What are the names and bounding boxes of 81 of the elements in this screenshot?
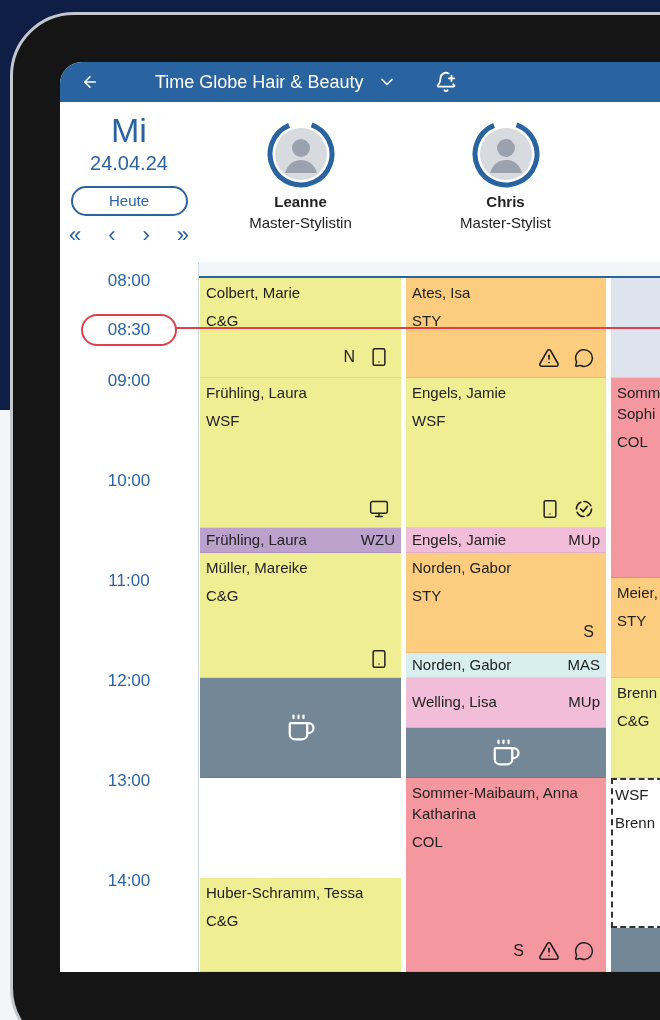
service-code: STY: [412, 586, 443, 606]
time-label: 12:00: [107, 671, 151, 692]
status-letter: S: [583, 622, 594, 642]
today-button[interactable]: Heute: [70, 186, 188, 216]
date-nav-button[interactable]: «: [69, 222, 82, 248]
appointment-card[interactable]: Sommer-Maibaum, Anna Katharina COL S: [406, 778, 606, 972]
phone-icon: [369, 649, 389, 669]
time-label: 14:00: [107, 871, 151, 892]
service-code: MUp: [568, 529, 600, 550]
weekday-label: Mi: [111, 110, 147, 150]
client-name: Frühling, Laura: [206, 529, 307, 550]
time-label: 13:00: [107, 771, 151, 792]
service-code: MAS: [567, 654, 600, 675]
service-code: C&G: [617, 711, 651, 731]
phone-icon: [540, 499, 560, 519]
appointment-card[interactable]: Frühling, Laura WSF: [200, 378, 401, 528]
client-name: Colbert, Marie: [206, 283, 302, 303]
appointment-card[interactable]: Norden, Gabor STY S: [406, 553, 606, 653]
service-code: COL: [617, 432, 649, 452]
service-code: STY: [617, 611, 648, 631]
service-code: COL: [412, 832, 444, 852]
staff-role: Master-Stylistin: [249, 213, 352, 233]
time-label: 11:00: [108, 571, 150, 592]
appointment-card[interactable]: Brenn C&G: [611, 678, 660, 778]
staff-name: Chris: [486, 192, 525, 212]
client-name: Sommer-Maibaum, Anna Katharina: [412, 783, 579, 824]
status-letter: N: [343, 347, 355, 367]
client-name: Norden, Gabor: [412, 654, 512, 675]
client-name: Brenn: [615, 813, 657, 833]
appointment-card[interactable]: Huber-Schramm, Tessa C&G: [200, 878, 401, 972]
warning-icon: [538, 347, 560, 369]
date-nav-button[interactable]: ›: [142, 222, 150, 248]
service-code: MUp: [568, 692, 600, 713]
service-code: WZU: [360, 529, 395, 550]
client-name: Norden, Gabor: [412, 558, 513, 578]
staff-name: Leanne: [274, 192, 327, 212]
service-code: C&G: [206, 311, 240, 331]
appointment-card[interactable]: Engels, Jamie MUp: [406, 528, 606, 553]
coffee-cup-icon: [491, 737, 521, 768]
appointment-card[interactable]: Colbert, Marie C&G N: [200, 278, 401, 378]
appointment-card[interactable]: Müller, Mareike C&G: [200, 553, 401, 678]
appointment-card[interactable]: Engels, Jamie WSF: [406, 378, 606, 528]
bell-plus-icon[interactable]: [435, 71, 458, 93]
status-letter: S: [513, 941, 524, 961]
chat-bubble-icon: [574, 348, 594, 368]
service-code: WSF: [412, 411, 447, 431]
appointment-card[interactable]: Frühling, Laura WZU: [200, 528, 401, 553]
client-name: Huber-Schramm, Tessa: [206, 883, 365, 903]
monitor-icon: [369, 499, 389, 519]
appointment-card[interactable]: Meier, STY: [611, 578, 660, 678]
time-label: 10:00: [107, 471, 151, 492]
service-code: STY: [412, 311, 443, 331]
service-code: WSF: [206, 411, 241, 431]
staff-role: Master-Stylist: [460, 213, 551, 233]
appointment-card[interactable]: Norden, Gabor MAS: [406, 653, 606, 678]
client-name: Frühling, Laura: [206, 383, 308, 403]
appointment-card[interactable]: Welling, Lisa MUp: [406, 678, 606, 728]
client-name: Engels, Jamie: [412, 383, 508, 403]
salon-title[interactable]: Time Globe Hair & Beauty: [155, 68, 364, 96]
chat-bubble-icon: [574, 941, 594, 961]
date-label: 24.04.24: [90, 151, 168, 176]
appointment-card[interactable]: Somm Sophi COL: [611, 378, 660, 578]
client-name: Brenn: [617, 683, 657, 703]
client-name: Meier,: [617, 583, 657, 603]
current-time-badge: 08:30: [81, 314, 177, 346]
warning-icon: [538, 940, 560, 962]
date-nav-button[interactable]: »: [176, 222, 189, 248]
date-nav-button[interactable]: ‹: [108, 222, 116, 248]
client-name: Ates, Isa: [412, 283, 472, 303]
time-label: 09:00: [107, 371, 151, 392]
service-code: C&G: [206, 586, 240, 606]
service-code: C&G: [206, 911, 240, 931]
time-label: 08:00: [107, 271, 151, 292]
client-name: Welling, Lisa: [412, 692, 497, 713]
phone-icon: [369, 347, 389, 367]
tentative-appointment[interactable]: WSF Brenn: [611, 778, 660, 928]
client-name: Müller, Mareike: [206, 558, 309, 578]
appointment-card[interactable]: Ates, Isa STY: [406, 278, 606, 378]
client-name: Engels, Jamie: [412, 529, 507, 550]
check-circle-icon: [574, 499, 594, 519]
service-code: WSF: [615, 785, 650, 805]
